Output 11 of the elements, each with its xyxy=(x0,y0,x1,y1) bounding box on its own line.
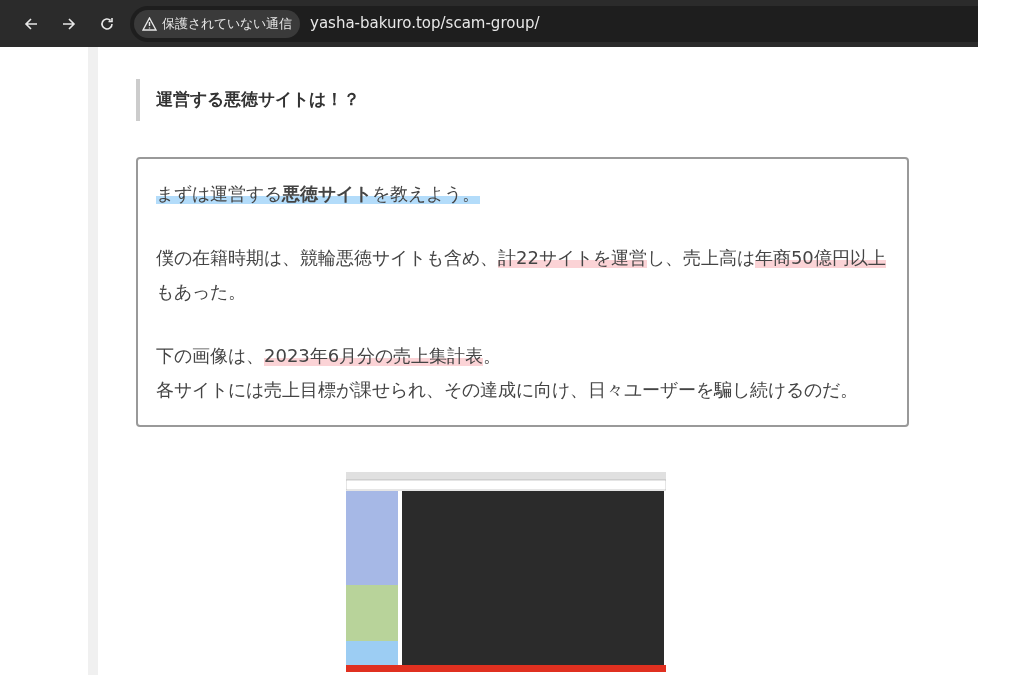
forward-icon xyxy=(62,16,76,31)
back-icon xyxy=(24,16,38,31)
url-text: yasha-bakuro.top/scam-group/ xyxy=(310,13,540,35)
security-chip-label: 保護されていない通信 xyxy=(162,14,292,33)
warning-icon xyxy=(142,16,157,31)
address-bar[interactable]: 保護されていない通信 yasha-bakuro.top/scam-group/ xyxy=(130,5,978,42)
callout-paragraph: 各サイトには売上目標が課せられ、その達成に向け、日々ユーザーを騙し続けるのだ。 xyxy=(156,377,859,402)
security-chip[interactable]: 保護されていない通信 xyxy=(134,9,300,38)
callout-paragraph: 僕の在籍時期は、競輪悪徳サイトも含め、計22サイトを運営 し、売上高は年商50億円以上 もあった。 xyxy=(156,245,887,304)
section-heading: 運営する悪徳サイトは！？ xyxy=(136,79,908,121)
reload-icon xyxy=(100,16,114,31)
